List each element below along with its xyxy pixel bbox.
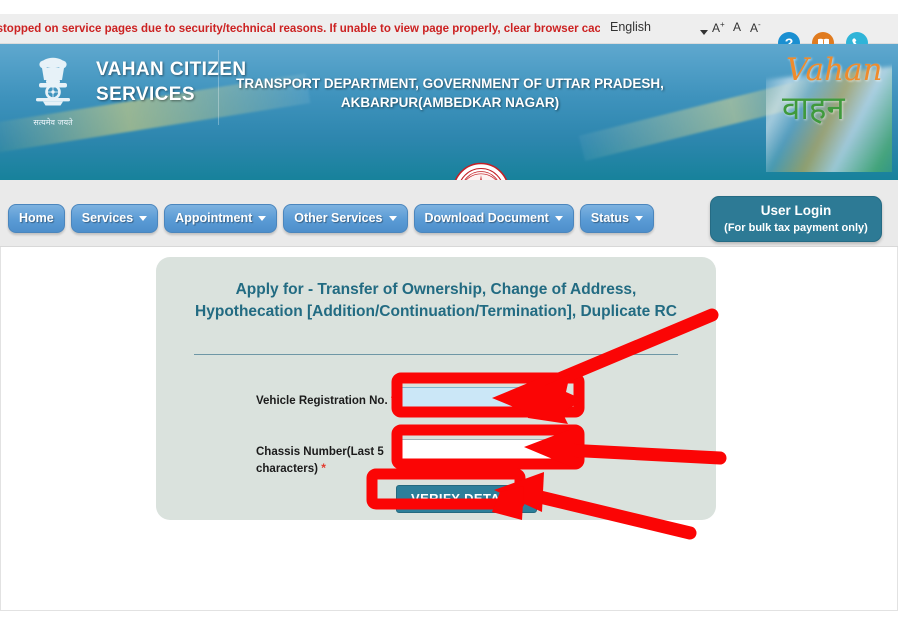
- browser-page: Some services may be stopped on service …: [0, 0, 898, 627]
- header-divider: [218, 50, 219, 125]
- form-row-vehicle-registration: Vehicle Registration No. *: [256, 387, 564, 413]
- user-login-subtitle: (For bulk tax payment only): [724, 222, 868, 234]
- chevron-down-icon: [258, 215, 267, 221]
- chevron-down-icon: [554, 215, 563, 221]
- form-row-chassis-number: Chassis Number(Last 5 characters) *: [256, 439, 564, 477]
- font-normal-button[interactable]: A: [733, 20, 741, 34]
- chassis-number-input[interactable]: [396, 439, 564, 465]
- verify-details-button[interactable]: VERIFY DETAILS: [396, 485, 537, 513]
- emblem-motto-text: सत्यमेव जयते: [33, 118, 73, 127]
- page-content-area: Apply for - Transfer of Ownership, Chang…: [0, 247, 898, 611]
- font-normal-label: A: [733, 20, 742, 34]
- font-decrease-label: A: [750, 21, 759, 35]
- font-increase-label: A: [712, 21, 721, 35]
- department-title-line-1: TRANSPORT DEPARTMENT, GOVERNMENT OF UTTA…: [236, 76, 664, 91]
- verify-details-button-label: VERIFY DETAILS: [411, 491, 522, 506]
- vehicle-registration-label-text: Vehicle Registration No.: [256, 395, 388, 407]
- nav-item-other-services[interactable]: Other Services: [283, 204, 408, 233]
- chevron-down-icon: [139, 215, 148, 221]
- font-decrease-button[interactable]: A-: [750, 20, 761, 35]
- vahan-logo-hindi-text: वाहन: [782, 88, 845, 127]
- form-card-divider: [194, 354, 678, 355]
- chassis-number-label: Chassis Number(Last 5 characters) *: [256, 439, 396, 477]
- nav-item-home-label: Home: [19, 211, 54, 225]
- ashoka-emblem-icon: सत्यमेव जयते: [22, 54, 84, 132]
- required-marker: *: [321, 461, 326, 475]
- department-title-line-2: AKBARPUR(AMBEDKAR NAGAR): [340, 95, 560, 110]
- vehicle-registration-label: Vehicle Registration No. *: [256, 387, 396, 409]
- nav-item-other-services-label: Other Services: [294, 211, 383, 225]
- nav-item-status[interactable]: Status: [579, 204, 655, 233]
- nav-item-home[interactable]: Home: [8, 204, 65, 233]
- uttar-pradesh-seal-icon: [452, 162, 510, 180]
- nav-button-group: Home Services Appointment Other Services…: [8, 204, 655, 233]
- vehicle-registration-input[interactable]: [396, 387, 564, 413]
- language-select[interactable]: English: [610, 20, 651, 34]
- site-header-banner: सत्यमेव जयते VAHAN CITIZEN SERVICES TRAN…: [0, 44, 898, 180]
- marquee-text: Some services may be stopped on service …: [0, 23, 600, 35]
- apply-form-card: Apply for - Transfer of Ownership, Chang…: [156, 257, 716, 520]
- font-increase-button[interactable]: A+: [712, 20, 725, 35]
- nav-item-appointment[interactable]: Appointment: [164, 204, 278, 233]
- required-marker: *: [390, 393, 396, 407]
- chevron-down-icon: [388, 215, 397, 221]
- top-utility-bar: Some services may be stopped on service …: [0, 14, 898, 54]
- nav-item-status-label: Status: [590, 211, 630, 225]
- chevron-down-icon[interactable]: [700, 30, 708, 35]
- nav-item-download-document-label: Download Document: [424, 211, 549, 225]
- vahan-logo-english-text: Vahan: [786, 52, 883, 88]
- nav-item-download-document[interactable]: Download Document: [413, 204, 574, 233]
- chevron-down-icon: [635, 215, 644, 221]
- user-login-button[interactable]: User Login (For bulk tax payment only): [710, 196, 882, 242]
- department-title: TRANSPORT DEPARTMENT, GOVERNMENT OF UTTA…: [220, 74, 680, 112]
- nav-item-services[interactable]: Services: [70, 204, 159, 233]
- marquee-banner: Some services may be stopped on service …: [0, 14, 600, 44]
- form-card-title: Apply for - Transfer of Ownership, Chang…: [195, 281, 677, 320]
- vahan-logo: Vahan वाहन: [766, 48, 892, 172]
- nav-item-appointment-label: Appointment: [175, 211, 253, 225]
- chassis-number-label-text: Chassis Number(Last 5 characters): [256, 446, 384, 475]
- nav-item-services-label: Services: [81, 211, 134, 225]
- user-login-title: User Login: [760, 203, 832, 218]
